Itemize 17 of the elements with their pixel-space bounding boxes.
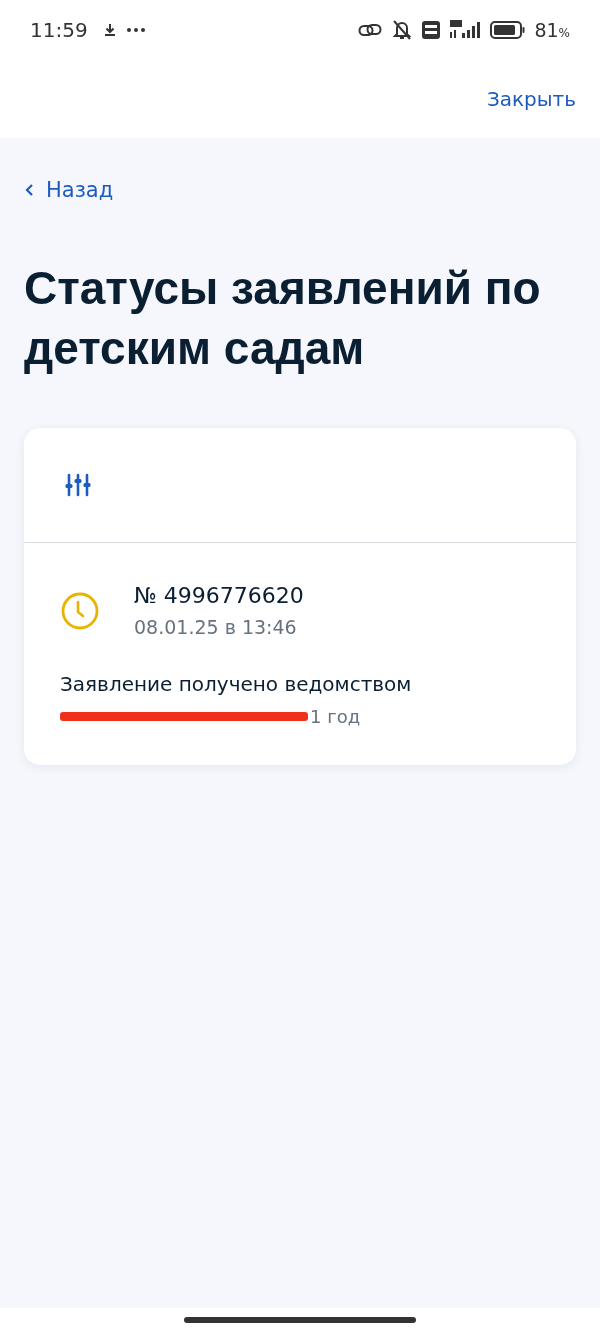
page-title: Статусы заявлений по детским садам — [24, 261, 542, 376]
link-icon — [358, 22, 383, 38]
battery-icon — [490, 21, 527, 39]
child-age: 1 год — [310, 706, 361, 727]
close-link[interactable]: Закрыть — [486, 87, 576, 111]
application-number: № 4996776620 — [134, 583, 304, 608]
status-time: 11:59 — [30, 18, 88, 42]
filter-icon[interactable] — [64, 471, 92, 499]
application-date: 08.01.25 в 13:46 — [134, 616, 298, 638]
application-status: Заявление получено ведомством — [60, 672, 413, 696]
back-link[interactable]: Назад — [24, 178, 114, 202]
battery-percent: 81% — [534, 19, 570, 41]
more-icon — [125, 27, 146, 33]
volte-icon — [422, 21, 441, 39]
chevron-left-icon — [24, 183, 36, 197]
signal-icon — [448, 20, 483, 40]
application-item[interactable]: № 4996776620 08.01.25 в 13:46 Заявление получено ведомством 1 год — [24, 543, 576, 765]
